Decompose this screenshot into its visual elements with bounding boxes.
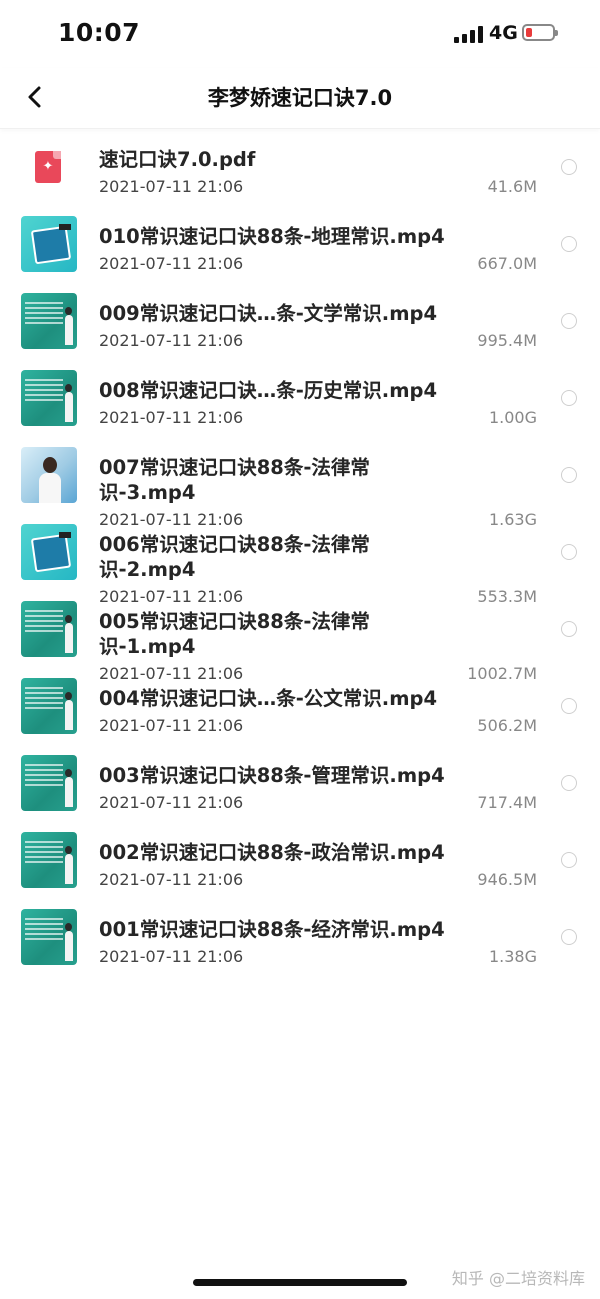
file-row[interactable]: 009常识速记口诀…条-文学常识.mp4 2021-07-11 21:06 99…: [0, 288, 600, 365]
file-row[interactable]: 002常识速记口诀88条-政治常识.mp4 2021-07-11 21:06 9…: [0, 827, 600, 904]
file-date: 2021-07-11 21:06: [99, 793, 244, 812]
file-name: 002常识速记口诀88条-政治常识.mp4: [99, 841, 445, 864]
file-name: 003常识速记口诀88条-管理常识.mp4: [99, 764, 445, 787]
video-thumbnail: [21, 293, 77, 349]
file-size: 506.2M: [477, 716, 537, 735]
file-row[interactable]: 003常识速记口诀88条-管理常识.mp4 2021-07-11 21:06 7…: [0, 750, 600, 827]
status-time: 10:07: [58, 18, 141, 47]
video-thumbnail: [21, 678, 77, 734]
file-row[interactable]: 008常识速记口诀…条-历史常识.mp4 2021-07-11 21:06 1.…: [0, 365, 600, 442]
video-thumbnail: [21, 601, 77, 657]
radio-circle-icon[interactable]: [561, 544, 577, 560]
watermark: 知乎 @二培资料库: [451, 1269, 585, 1288]
file-row[interactable]: ✦ 速记口诀7.0.pdf 2021-07-11 21:06 41.6M: [0, 134, 600, 211]
network-label: 4G: [489, 22, 518, 44]
file-date: 2021-07-11 21:06: [99, 716, 244, 735]
file-size: 995.4M: [477, 331, 537, 350]
file-name: 010常识速记口诀88条-地理常识.mp4: [99, 225, 445, 248]
radio-circle-icon[interactable]: [561, 621, 577, 637]
status-bar: 10:07 4G: [0, 0, 600, 68]
file-name: 008常识速记口诀…条-历史常识.mp4: [99, 379, 438, 402]
file-size: 946.5M: [477, 870, 537, 889]
file-size: 41.6M: [487, 177, 537, 196]
file-name: 005常识速记口诀88条-法律常识-1.mp4: [99, 610, 370, 658]
video-thumbnail: [21, 216, 77, 272]
file-row[interactable]: 007常识速记口诀88条-法律常识-3.mp4 2021-07-11 21:06…: [0, 442, 600, 529]
file-size: 667.0M: [477, 254, 537, 273]
radio-circle-icon[interactable]: [561, 929, 577, 945]
file-name: 007常识速记口诀88条-法律常识-3.mp4: [99, 456, 370, 504]
nav-header: 李梦娇速记口诀7.0: [0, 68, 600, 129]
radio-circle-icon[interactable]: [561, 236, 577, 252]
video-thumbnail: [21, 755, 77, 811]
file-date: 2021-07-11 21:06: [99, 870, 244, 889]
radio-circle-icon[interactable]: [561, 390, 577, 406]
file-name: 001常识速记口诀88条-经济常识.mp4: [99, 918, 445, 941]
file-date: 2021-07-11 21:06: [99, 254, 244, 273]
video-thumbnail: [21, 524, 77, 580]
file-row[interactable]: 001常识速记口诀88条-经济常识.mp4 2021-07-11 21:06 1…: [0, 904, 600, 981]
video-thumbnail: [21, 447, 77, 503]
file-size: 1.38G: [488, 947, 537, 966]
file-row[interactable]: 004常识速记口诀…条-公文常识.mp4 2021-07-11 21:06 50…: [0, 673, 600, 750]
file-date: 2021-07-11 21:06: [99, 331, 244, 350]
file-size: 1.00G: [488, 408, 537, 427]
radio-circle-icon[interactable]: [561, 159, 577, 175]
file-size: 717.4M: [477, 793, 537, 812]
file-name: 004常识速记口诀…条-公文常识.mp4: [99, 687, 438, 710]
radio-circle-icon[interactable]: [561, 698, 577, 714]
page-title: 李梦娇速记口诀7.0: [207, 86, 393, 110]
file-row[interactable]: 005常识速记口诀88条-法律常识-1.mp4 2021-07-11 21:06…: [0, 596, 600, 683]
pdf-file-icon: ✦: [21, 139, 77, 195]
battery-icon: [522, 24, 558, 41]
radio-circle-icon[interactable]: [561, 313, 577, 329]
video-thumbnail: [21, 832, 77, 888]
file-row[interactable]: 010常识速记口诀88条-地理常识.mp4 2021-07-11 21:06 6…: [0, 211, 600, 288]
file-name: 006常识速记口诀88条-法律常识-2.mp4: [99, 533, 370, 581]
radio-circle-icon[interactable]: [561, 775, 577, 791]
file-date: 2021-07-11 21:06: [99, 408, 244, 427]
video-thumbnail: [21, 370, 77, 426]
file-name: 009常识速记口诀…条-文学常识.mp4: [99, 302, 438, 325]
radio-circle-icon[interactable]: [561, 467, 577, 483]
signal-icon: [454, 26, 484, 43]
home-indicator[interactable]: [193, 1279, 407, 1286]
file-date: 2021-07-11 21:06: [99, 177, 244, 196]
radio-circle-icon[interactable]: [561, 852, 577, 868]
file-date: 2021-07-11 21:06: [99, 947, 244, 966]
video-thumbnail: [21, 909, 77, 965]
file-name: 速记口诀7.0.pdf: [99, 148, 256, 171]
file-row[interactable]: 006常识速记口诀88条-法律常识-2.mp4 2021-07-11 21:06…: [0, 519, 600, 606]
